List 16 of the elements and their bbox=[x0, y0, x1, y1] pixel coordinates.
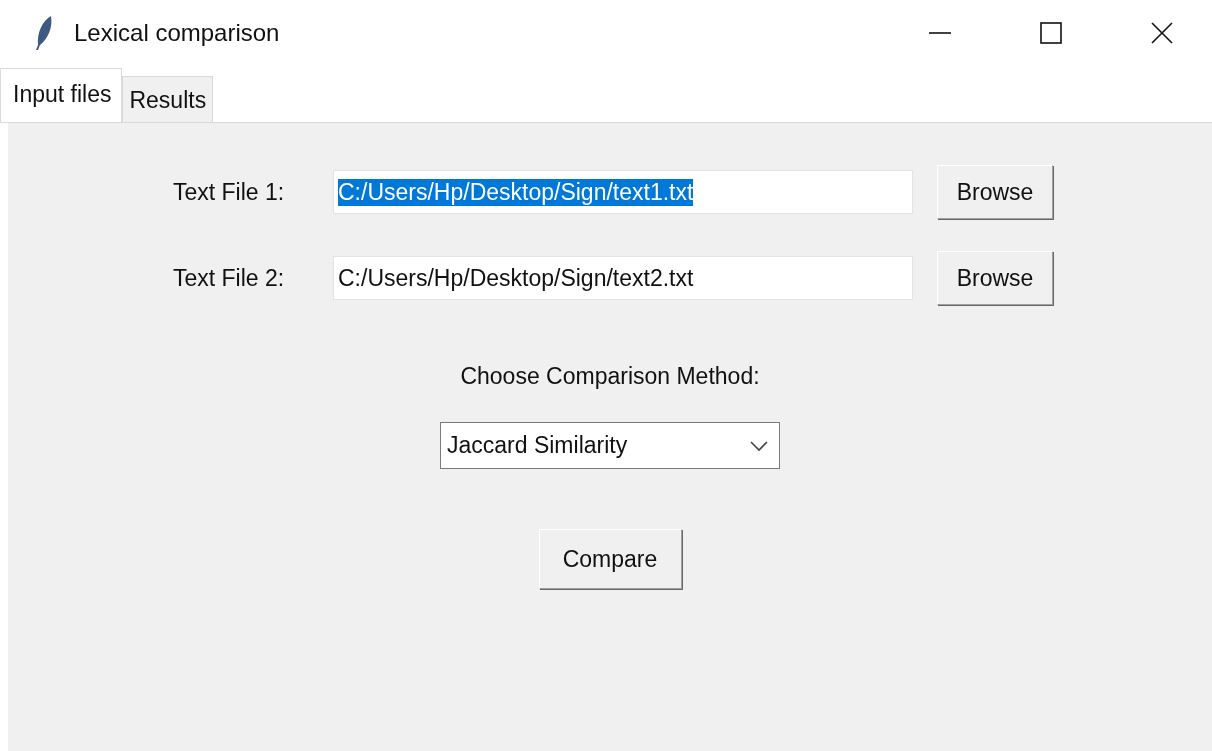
method-label: Choose Comparison Method: bbox=[460, 363, 760, 390]
field-label: Text File 2: bbox=[173, 264, 286, 292]
browse-button[interactable]: Browse bbox=[937, 165, 1053, 219]
file-path-field[interactable]: C:/Users/Hp/Desktop/Sign/text2.txt bbox=[333, 256, 913, 300]
tab[interactable]: Results bbox=[122, 76, 214, 122]
compare-button[interactable]: Compare bbox=[538, 529, 682, 589]
caret-icon bbox=[749, 439, 769, 452]
tab[interactable]: Input files bbox=[0, 68, 123, 122]
file-path-field[interactable]: C:/Users/Hp/Desktop/Sign/text1.txt bbox=[333, 170, 913, 214]
browse-button[interactable]: Browse bbox=[937, 251, 1053, 305]
feather-icon bbox=[34, 15, 54, 51]
method-dropdown[interactable]: Jaccard Similarity bbox=[440, 422, 780, 469]
close-icon[interactable] bbox=[1150, 21, 1174, 45]
maximize-icon[interactable] bbox=[1039, 21, 1063, 45]
window-title: Lexical comparison bbox=[74, 19, 280, 47]
field-label: Text File 1: bbox=[173, 178, 286, 206]
